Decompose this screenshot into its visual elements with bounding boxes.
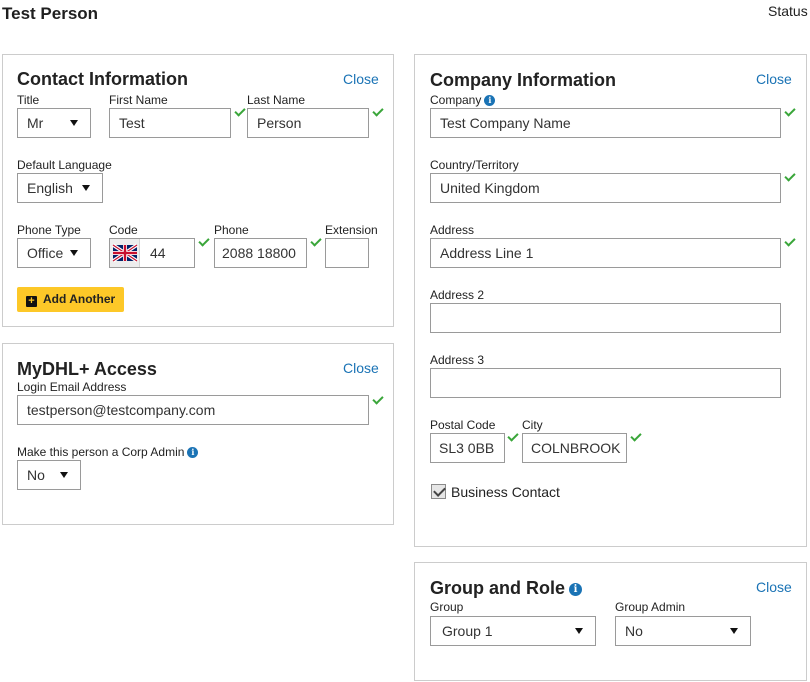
checkmark-icon	[784, 105, 796, 117]
phone-type-label: Phone Type	[17, 223, 81, 237]
contact-close-link[interactable]: Close	[343, 71, 379, 87]
company-label-text: Company	[430, 93, 482, 107]
group-select-value: Group 1	[442, 623, 493, 639]
title-select[interactable]: Mr	[17, 108, 91, 138]
mydhl-access-title: MyDHL+ Access	[17, 359, 157, 379]
code-label: Code	[109, 223, 138, 237]
group-admin-select[interactable]: No	[615, 616, 751, 646]
title-label: Title	[17, 93, 40, 107]
first-name-label: First Name	[109, 93, 168, 107]
checkmark-icon	[372, 393, 384, 405]
phone-type-select[interactable]: Office	[17, 238, 91, 268]
business-contact-label: Business Contact	[451, 484, 560, 500]
address-input[interactable]: Address Line 1	[430, 238, 781, 268]
page-title: Test Person	[2, 4, 99, 23]
uk-flag-icon	[110, 239, 140, 267]
group-admin-label: Group Admin	[615, 600, 686, 614]
checkmark-icon	[234, 105, 246, 117]
login-email-label: Login Email Address	[17, 380, 127, 394]
first-name-input[interactable]: Test	[109, 108, 231, 138]
country-code-value: 44	[150, 245, 166, 261]
checkmark-icon	[507, 430, 519, 442]
group-admin-value: No	[625, 623, 643, 639]
add-another-label: Add Another	[43, 292, 116, 306]
address2-label: Address 2	[430, 288, 485, 302]
title-select-value: Mr	[27, 115, 44, 131]
checkmark-icon	[784, 170, 796, 182]
caret-down-icon	[70, 250, 78, 256]
checkmark-icon	[784, 235, 796, 247]
caret-down-icon	[60, 472, 68, 478]
address3-label: Address 3	[430, 353, 485, 367]
address-label: Address	[430, 223, 475, 237]
country-label: Country/Territory	[430, 158, 519, 172]
status-label: Status	[768, 3, 808, 19]
corp-admin-label-text: Make this person a Corp Admin	[17, 445, 185, 459]
last-name-label: Last Name	[247, 93, 306, 107]
corp-admin-select[interactable]: No	[17, 460, 81, 490]
city-input[interactable]: COLNBROOK	[522, 433, 627, 463]
caret-down-icon	[70, 120, 78, 126]
default-language-select[interactable]: English	[17, 173, 103, 203]
caret-down-icon	[82, 185, 90, 191]
caret-down-icon	[575, 628, 583, 634]
company-input[interactable]: Test Company Name	[430, 108, 781, 138]
group-and-role-title: Group and Role i	[430, 578, 582, 599]
mydhl-access-panel: MyDHL+ Access Close Login Email Address …	[2, 343, 394, 525]
group-and-role-title-text: Group and Role	[430, 578, 565, 598]
checkmark-icon	[372, 105, 384, 117]
group-and-role-panel: Group and Role i Close Group Group 1 Grou…	[414, 562, 807, 681]
company-close-link[interactable]: Close	[756, 71, 792, 87]
phone-input[interactable]: 2088 18800	[214, 238, 307, 268]
phone-label: Phone	[214, 223, 249, 237]
company-label: Company i	[430, 93, 496, 107]
checkmark-icon	[310, 235, 322, 247]
corp-admin-label: Make this person a Corp Admin i	[17, 445, 199, 459]
postal-code-label: Postal Code	[430, 418, 496, 432]
group-close-link[interactable]: Close	[756, 579, 792, 595]
group-label: Group	[430, 600, 464, 614]
country-input[interactable]: United Kingdom	[430, 173, 781, 203]
add-another-button[interactable]: + Add Another	[17, 287, 125, 312]
contact-information-panel: Contact Information Close Title Mr First…	[2, 54, 394, 327]
country-code-input[interactable]: 44	[109, 238, 195, 268]
default-language-label: Default Language	[17, 158, 112, 172]
address2-input[interactable]	[430, 303, 781, 333]
group-select[interactable]: Group 1	[430, 616, 596, 646]
language-select-value: English	[27, 180, 73, 196]
extension-label: Extension	[325, 223, 378, 237]
checkmark-icon	[198, 235, 210, 247]
info-icon[interactable]: i	[569, 583, 582, 596]
city-label: City	[522, 418, 543, 432]
last-name-input[interactable]: Person	[247, 108, 369, 138]
corp-admin-value: No	[27, 467, 45, 483]
login-email-input[interactable]: testperson@testcompany.com	[17, 395, 369, 425]
plus-icon: +	[26, 296, 37, 307]
address3-input[interactable]	[430, 368, 781, 398]
company-information-title: Company Information	[430, 70, 617, 90]
phone-type-value: Office	[27, 245, 64, 261]
caret-down-icon	[730, 628, 738, 634]
access-close-link[interactable]: Close	[343, 360, 379, 376]
checkmark-icon	[630, 430, 642, 442]
extension-input[interactable]	[325, 238, 369, 268]
postal-code-input[interactable]: SL3 0BB	[430, 433, 505, 463]
business-contact-checkbox[interactable]	[431, 484, 446, 499]
contact-information-title: Contact Information	[17, 69, 188, 89]
info-icon[interactable]: i	[484, 95, 496, 106]
company-information-panel: Company Information Close Company i Test …	[414, 54, 807, 547]
info-icon[interactable]: i	[187, 447, 199, 458]
